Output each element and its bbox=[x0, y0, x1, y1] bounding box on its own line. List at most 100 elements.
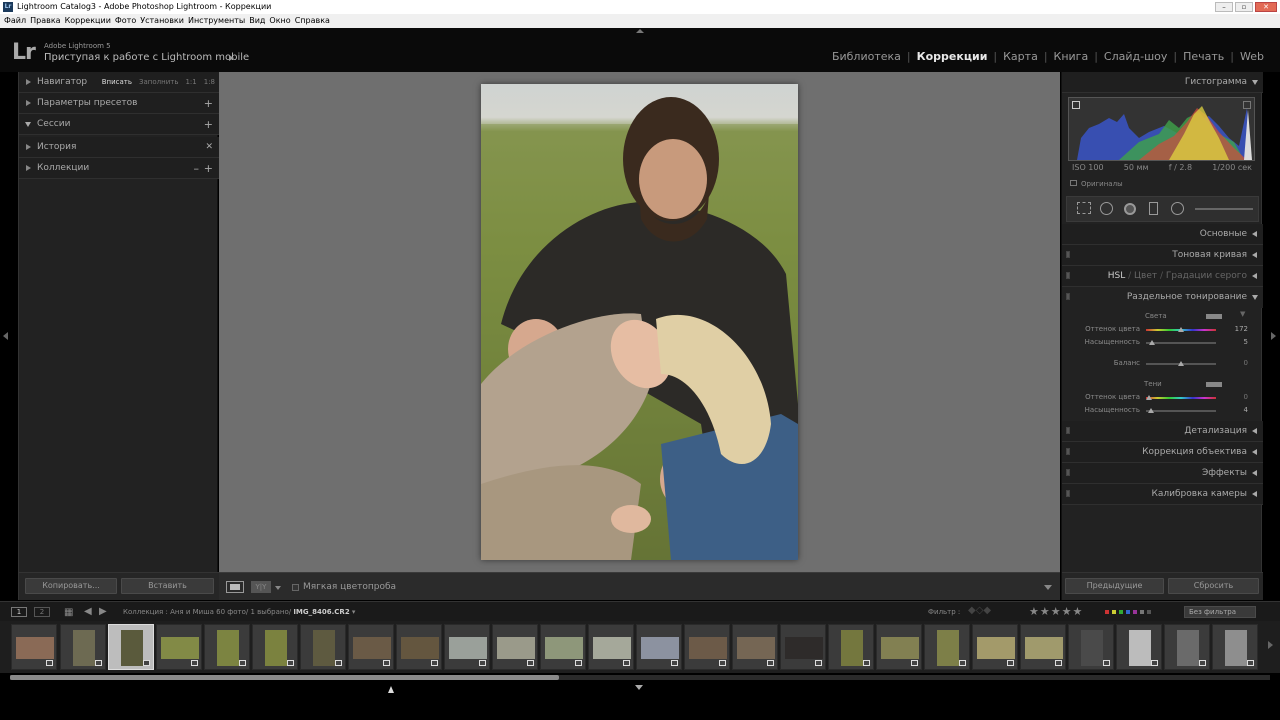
filmstrip-thumbnail[interactable] bbox=[636, 624, 682, 670]
sh-hue-knob[interactable] bbox=[1146, 395, 1152, 400]
panel-toggle-switch[interactable] bbox=[1066, 490, 1070, 497]
top-panel-toggle-icon[interactable] bbox=[636, 29, 644, 33]
close-window-button[interactable]: ✕ bbox=[1255, 2, 1277, 12]
history-header[interactable]: История ✕ bbox=[19, 137, 219, 158]
menu-view[interactable]: Вид bbox=[249, 14, 269, 28]
bottom-panel-toggle-icon[interactable] bbox=[635, 685, 643, 690]
shadows-color-swatch[interactable] bbox=[1206, 382, 1222, 387]
sh-hue-value[interactable]: 0 bbox=[1224, 393, 1248, 401]
panel-toggle-switch[interactable] bbox=[1066, 427, 1070, 434]
toolbar-menu-icon[interactable] bbox=[1044, 585, 1052, 590]
hsl-tab[interactable]: HSL bbox=[1108, 271, 1126, 281]
filmstrip-thumbnail[interactable] bbox=[972, 624, 1018, 670]
hl-hue-knob[interactable] bbox=[1178, 327, 1184, 332]
filmstrip-thumbnail[interactable] bbox=[11, 624, 57, 670]
filmstrip-thumbnail[interactable] bbox=[1212, 624, 1258, 670]
flag-filter-icon[interactable]: ◆◇◆ bbox=[968, 605, 991, 616]
remove-collection-icon[interactable]: – bbox=[194, 162, 200, 175]
panel-toggle-switch[interactable] bbox=[1066, 272, 1070, 279]
filmstrip-thumbnail-selected[interactable] bbox=[108, 624, 154, 670]
back-arrow-icon[interactable]: ◀ bbox=[84, 606, 92, 617]
filmstrip-thumbnail[interactable] bbox=[828, 624, 874, 670]
collection-info[interactable]: Коллекция : Аня и Миша 60 фото/ 1 выбран… bbox=[123, 608, 355, 616]
filmstrip-thumbnail[interactable] bbox=[444, 624, 490, 670]
balance-value[interactable]: 0 bbox=[1224, 359, 1248, 367]
sh-sat-knob[interactable] bbox=[1148, 408, 1154, 413]
chevron-down-icon[interactable]: ▾ bbox=[352, 608, 356, 616]
hl-sat-slider[interactable] bbox=[1146, 342, 1216, 344]
graduated-filter-icon[interactable] bbox=[1149, 202, 1158, 215]
filmstrip-thumbnail[interactable] bbox=[924, 624, 970, 670]
nav-1-8[interactable]: 1:8 bbox=[204, 78, 215, 86]
nav-fit[interactable]: Вписать bbox=[102, 78, 132, 86]
balance-knob[interactable] bbox=[1178, 361, 1184, 366]
menu-help[interactable]: Справка bbox=[295, 14, 334, 28]
module-develop[interactable]: Коррекции bbox=[911, 50, 994, 63]
main-window-button[interactable]: 1 bbox=[11, 607, 27, 617]
module-map[interactable]: Карта bbox=[997, 50, 1044, 63]
menu-tools[interactable]: Инструменты bbox=[188, 14, 249, 28]
navigator-header[interactable]: Навигатор Вписать Заполнить 1:1 1:8 bbox=[19, 72, 219, 93]
originals-checkbox[interactable] bbox=[1070, 180, 1077, 186]
grid-icon[interactable]: ▦ bbox=[64, 607, 73, 618]
filmstrip-thumbnail[interactable] bbox=[396, 624, 442, 670]
filmstrip-thumbnail[interactable] bbox=[1116, 624, 1162, 670]
filmstrip-thumbnail[interactable] bbox=[492, 624, 538, 670]
module-slideshow[interactable]: Слайд-шоу bbox=[1098, 50, 1173, 63]
effects-header[interactable]: Эффекты bbox=[1062, 463, 1263, 484]
copy-settings-button[interactable]: Копировать... bbox=[25, 578, 117, 594]
spot-removal-icon[interactable] bbox=[1100, 202, 1113, 215]
soft-proof-checkbox[interactable] bbox=[292, 584, 299, 591]
loupe-view-icon[interactable] bbox=[226, 581, 244, 593]
panel-toggle-switch[interactable] bbox=[1066, 448, 1070, 455]
nav-fill[interactable]: Заполнить bbox=[139, 78, 178, 86]
before-after-button[interactable]: Y|Y bbox=[251, 581, 271, 593]
filmstrip-thumbnail[interactable] bbox=[60, 624, 106, 670]
filmstrip-thumbnail[interactable] bbox=[348, 624, 394, 670]
rating-filter[interactable]: ★★★★★ bbox=[1029, 605, 1083, 618]
second-window-button[interactable]: 2 bbox=[34, 607, 50, 617]
camera-calibration-header[interactable]: Калибровка камеры bbox=[1062, 484, 1263, 505]
shadow-clipping-toggle[interactable] bbox=[1072, 101, 1080, 109]
filmstrip-thumbnail[interactable] bbox=[204, 624, 250, 670]
filmstrip-thumbnail[interactable] bbox=[300, 624, 346, 670]
module-print[interactable]: Печать bbox=[1177, 50, 1230, 63]
add-preset-icon[interactable]: + bbox=[204, 97, 213, 110]
module-library[interactable]: Библиотека bbox=[826, 50, 907, 63]
clear-history-icon[interactable]: ✕ bbox=[205, 142, 213, 152]
filmstrip-thumbnail[interactable] bbox=[876, 624, 922, 670]
hl-sat-value[interactable]: 5 bbox=[1224, 338, 1248, 346]
panel-toggle-switch[interactable] bbox=[1066, 469, 1070, 476]
filmstrip-thumbnail[interactable] bbox=[588, 624, 634, 670]
play-icon[interactable] bbox=[229, 55, 234, 61]
add-snapshot-icon[interactable]: + bbox=[204, 118, 213, 131]
hl-hue-value[interactable]: 172 bbox=[1224, 325, 1248, 333]
add-collection-icon[interactable]: + bbox=[204, 162, 213, 175]
chevron-down-icon[interactable]: ▼ bbox=[1240, 310, 1245, 318]
filmstrip-thumbnail[interactable] bbox=[1068, 624, 1114, 670]
filmstrip-thumbnail[interactable] bbox=[1020, 624, 1066, 670]
lens-correction-header[interactable]: Коррекция объектива bbox=[1062, 442, 1263, 463]
filmstrip-thumbnail[interactable] bbox=[156, 624, 202, 670]
chevron-down-icon[interactable] bbox=[275, 586, 281, 590]
menu-window[interactable]: Окно bbox=[269, 14, 294, 28]
panel-toggle-switch[interactable] bbox=[1066, 251, 1070, 258]
crop-icon[interactable] bbox=[1077, 202, 1091, 214]
hsl-header[interactable]: HSL / Цвет / Градации серого bbox=[1062, 266, 1263, 287]
reset-button[interactable]: Сбросить bbox=[1168, 578, 1259, 594]
module-web[interactable]: Web bbox=[1234, 50, 1270, 63]
panel-toggle-switch[interactable] bbox=[1066, 293, 1070, 300]
left-panel-toggle-icon[interactable] bbox=[3, 332, 8, 340]
snapshots-header[interactable]: Сессии + bbox=[19, 114, 219, 135]
split-toning-header[interactable]: Раздельное тонирование bbox=[1062, 287, 1263, 308]
detail-header[interactable]: Детализация bbox=[1062, 421, 1263, 442]
mobile-promo-link[interactable]: Приступая к работе с Lightroom mobile bbox=[44, 52, 249, 63]
filmstrip-scroll-right-icon[interactable] bbox=[1268, 641, 1273, 649]
menu-file[interactable]: Файл bbox=[4, 14, 30, 28]
sh-hue-slider[interactable] bbox=[1146, 397, 1216, 399]
menu-photo[interactable]: Фото bbox=[115, 14, 140, 28]
filmstrip-thumbnail[interactable] bbox=[1164, 624, 1210, 670]
forward-arrow-icon[interactable]: ▶ bbox=[99, 606, 107, 617]
sh-sat-slider[interactable] bbox=[1146, 410, 1216, 412]
radial-filter-icon[interactable] bbox=[1171, 202, 1184, 215]
